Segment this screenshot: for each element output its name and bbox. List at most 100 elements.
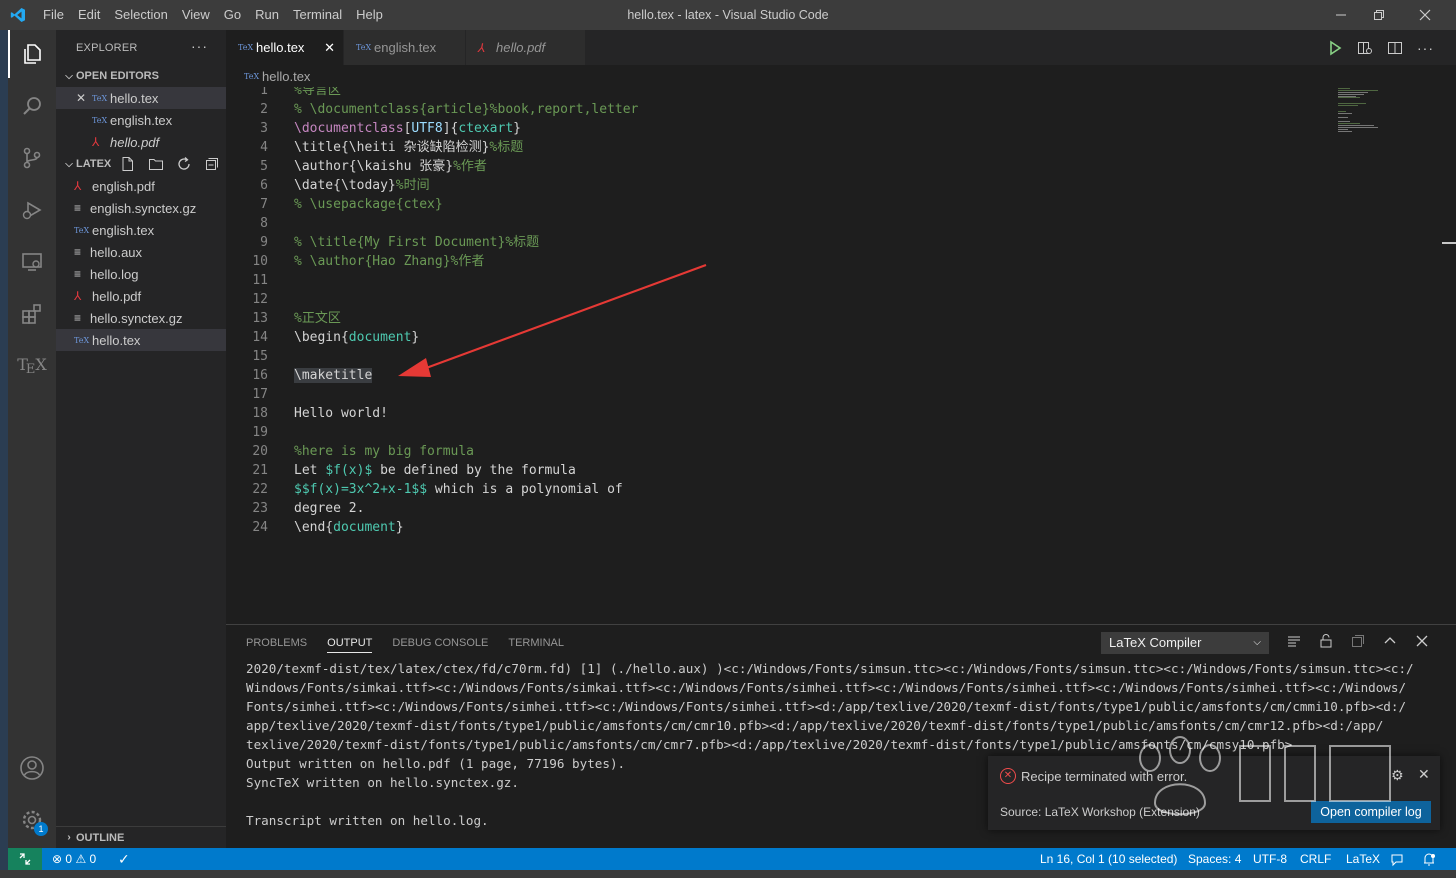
eol-indicator[interactable]: CRLF [1300, 848, 1331, 870]
pdf-file-icon: ⅄ [74, 289, 82, 303]
file-tree-item[interactable]: TeX hello.tex [56, 329, 226, 351]
extensions-icon[interactable] [8, 290, 56, 338]
tab-label: english.tex [374, 40, 437, 55]
file-name: hello.log [90, 266, 139, 282]
panel-tab-output[interactable]: OUTPUT [327, 633, 373, 653]
menu-run[interactable]: Run [248, 0, 286, 30]
source-control-icon[interactable] [8, 134, 56, 182]
open-editor-label: hello.pdf [110, 134, 160, 150]
open-editor-item[interactable]: ✕ TeX hello.tex [56, 87, 226, 109]
open-in-editor-icon[interactable] [1350, 633, 1366, 649]
restore-button[interactable] [1356, 0, 1402, 30]
panel-tab-debug-console[interactable]: DEBUG CONSOLE [392, 633, 488, 653]
cursor-position[interactable]: Ln 16, Col 1 (10 selected) [1040, 848, 1177, 870]
tex-file-icon: TeX [74, 335, 90, 345]
notifications-bell-icon[interactable] [1422, 848, 1436, 870]
new-folder-icon[interactable] [148, 156, 164, 172]
maximize-panel-icon[interactable] [1382, 633, 1398, 649]
more-actions-icon[interactable]: ··· [1417, 40, 1434, 56]
open-editors-header[interactable]: ⌵ OPEN EDITORS [56, 65, 226, 87]
desktop-edge [0, 30, 8, 878]
explorer-icon[interactable] [8, 30, 56, 78]
feedback-icon[interactable] [1390, 848, 1404, 870]
tex-file-icon: TeX [92, 93, 108, 103]
clear-output-icon[interactable] [1286, 633, 1302, 649]
output-channel-value: LaTeX Compiler [1109, 635, 1202, 650]
close-icon[interactable]: ✕ [324, 40, 335, 56]
file-tree-item[interactable]: TeX english.tex [56, 219, 226, 241]
refresh-icon[interactable] [176, 156, 192, 172]
menu-terminal[interactable]: Terminal [286, 0, 349, 30]
update-badge: 1 [34, 822, 48, 836]
tex-file-icon: TeX [74, 225, 90, 235]
output-line: Windows/Fonts/simkai.ttf><c:/Windows/Fon… [246, 680, 1407, 695]
tab-english-tex[interactable]: TeX english.tex [344, 30, 466, 65]
editor-tabs: TeX hello.tex ✕ TeX english.tex ⅄ hello.… [226, 30, 1456, 65]
open-editors-label: OPEN EDITORS [76, 70, 159, 82]
warning-count: 0 [89, 852, 97, 866]
file-lines-icon: ≡ [74, 245, 82, 259]
latex-folder-header[interactable]: ⌵ LATEX [56, 153, 226, 175]
breadcrumb[interactable]: TeX hello.tex [226, 65, 1456, 87]
close-panel-icon[interactable] [1414, 633, 1430, 649]
collapse-all-icon[interactable] [204, 156, 220, 172]
menu-edit[interactable]: Edit [71, 0, 107, 30]
manage-gear-icon[interactable]: 1 [8, 796, 56, 844]
open-editor-item[interactable]: TeX english.tex [56, 109, 226, 131]
chevron-right-icon: › [67, 832, 71, 843]
file-tree-item[interactable]: ≡ hello.log [56, 263, 226, 285]
pdf-file-icon: ⅄ [74, 179, 82, 193]
menu-help[interactable]: Help [349, 0, 390, 30]
panel-tab-problems[interactable]: PROBLEMS [246, 633, 307, 653]
status-bar: ⊗ 0 ⚠ 0 ✓ Ln 16, Col 1 (10 selected) Spa… [8, 848, 1456, 870]
lock-scroll-icon[interactable] [1318, 633, 1334, 649]
menu-go[interactable]: Go [217, 0, 248, 30]
encoding-indicator[interactable]: UTF-8 [1253, 848, 1287, 870]
panel-tab-terminal[interactable]: TERMINAL [508, 633, 564, 653]
error-count: 0 [65, 852, 73, 866]
close-icon[interactable]: ✕ [76, 91, 92, 105]
new-file-icon[interactable] [120, 156, 136, 172]
tab-label: hello.tex [256, 40, 305, 55]
more-actions-icon[interactable]: ··· [191, 38, 208, 54]
run-debug-icon[interactable] [8, 186, 56, 234]
menu-view[interactable]: View [175, 0, 217, 30]
file-name: hello.aux [90, 244, 143, 260]
open-editor-item[interactable]: ⅄ hello.pdf [56, 131, 226, 153]
problems-indicator[interactable]: ⊗ 0 ⚠ 0 [52, 848, 96, 870]
search-icon[interactable] [8, 82, 56, 130]
indentation-indicator[interactable]: Spaces: 4 [1188, 848, 1241, 870]
file-tree-item[interactable]: ⅄ hello.pdf [56, 285, 226, 307]
output-channel-select[interactable]: LaTeX Compiler ⌵ [1101, 632, 1269, 654]
file-tree-item[interactable]: ⅄ english.pdf [56, 175, 226, 197]
view-pdf-icon[interactable] [1357, 40, 1373, 56]
file-lines-icon: ≡ [74, 311, 82, 325]
title-bar: File Edit Selection View Go Run Terminal Help h… [0, 0, 1456, 30]
close-window-button[interactable] [1402, 0, 1448, 30]
check-icon[interactable]: ✓ [118, 848, 130, 870]
file-tree-item[interactable]: ≡ hello.synctex.gz [56, 307, 226, 329]
menu-selection[interactable]: Selection [107, 0, 174, 30]
tex-icon[interactable]: TEX [8, 342, 56, 390]
file-tree: ⅄ english.pdf ≡ english.synctex.gz TeX englis… [56, 175, 226, 351]
accounts-icon[interactable] [8, 744, 56, 792]
remote-indicator-icon[interactable] [8, 848, 42, 870]
menu-file[interactable]: File [36, 0, 71, 30]
file-tree-item[interactable]: ≡ hello.aux [56, 241, 226, 263]
close-notification-icon[interactable]: ✕ [1418, 766, 1430, 783]
outline-header[interactable]: › OUTLINE [56, 826, 226, 848]
tex-file-icon: TeX [238, 43, 254, 52]
file-tree-item[interactable]: ≡ english.synctex.gz [56, 197, 226, 219]
watermark-logo [1139, 736, 1391, 816]
language-mode[interactable]: LaTeX [1346, 848, 1380, 870]
open-editors-list: ✕ TeX hello.tex TeX english.tex ⅄ hello.pdf [56, 87, 226, 153]
activity-bar: TEX 1 [8, 30, 56, 848]
tab-hello-pdf[interactable]: ⅄ hello.pdf [466, 30, 586, 65]
split-editor-icon[interactable] [1387, 40, 1403, 56]
remote-explorer-icon[interactable] [8, 238, 56, 286]
file-name: hello.pdf [92, 288, 142, 304]
run-icon[interactable] [1327, 40, 1343, 56]
chevron-down-icon: ⌵ [65, 158, 73, 170]
code-editor[interactable]: 1 %导言区 2% \documentclass{article}%book,rep… [226, 87, 1456, 624]
tab-hello-tex[interactable]: TeX hello.tex ✕ [226, 30, 344, 65]
